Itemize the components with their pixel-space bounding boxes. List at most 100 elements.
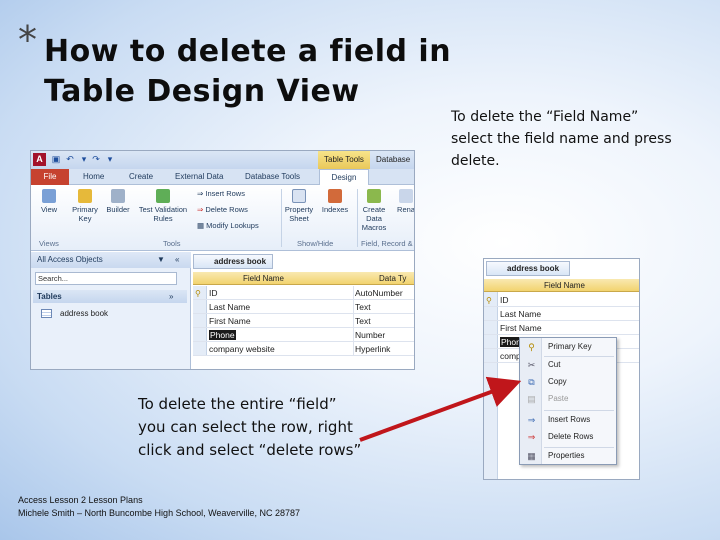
delete-rows-label: Delete Rows xyxy=(205,205,248,214)
rename-icon xyxy=(399,189,413,203)
menu-item-delete-rows[interactable]: ⇒ Delete Rows xyxy=(520,429,616,445)
table-row[interactable]: ⚲ ID xyxy=(484,293,639,307)
table-row-selected[interactable]: Phone Number xyxy=(193,328,414,342)
menu-item-paste[interactable]: ▤ Paste xyxy=(520,391,616,407)
modify-lookups-button[interactable]: ▦ Modify Lookups xyxy=(197,221,259,231)
menu-item-insert-rows[interactable]: ⇒ Insert Rows xyxy=(520,412,616,428)
table-row[interactable]: Last Name Text xyxy=(193,300,414,314)
tab-file[interactable]: File xyxy=(31,169,69,185)
primary-key-button[interactable]: Primary Key xyxy=(69,189,101,223)
field-name-cell[interactable]: Last Name xyxy=(500,307,541,321)
menu-item-label: Paste xyxy=(548,394,569,403)
scissors-icon: ✂ xyxy=(527,360,536,370)
tab-create[interactable]: Create xyxy=(129,169,153,185)
customize-qat-icon[interactable]: ▾ xyxy=(105,154,115,165)
field-name-cell[interactable]: First Name xyxy=(209,314,251,328)
footer-line-1: Access Lesson 2 Lesson Plans xyxy=(18,495,143,505)
row-selector[interactable] xyxy=(193,300,207,313)
row-selector[interactable] xyxy=(193,342,207,355)
data-type-cell[interactable]: Text xyxy=(353,300,414,313)
tab-design[interactable]: Design xyxy=(319,169,369,185)
access-app-icon[interactable]: A xyxy=(33,153,46,166)
window-title: Database xyxy=(376,155,411,164)
group-tools: Tools xyxy=(163,239,181,248)
ribbon-tabs: File Home Create External Data Database … xyxy=(31,169,414,185)
group-separator xyxy=(281,189,282,247)
insert-rows-button[interactable]: ⇒ Insert Rows xyxy=(197,189,245,199)
table-row[interactable]: First Name Text xyxy=(193,314,414,328)
ribbon: View Primary Key Builder Test Validation… xyxy=(31,185,415,251)
tab-home[interactable]: Home xyxy=(83,169,104,185)
menu-item-primary-key[interactable]: ⚲ Primary Key xyxy=(520,339,616,355)
document-tab-address-book[interactable]: address book xyxy=(486,261,570,276)
nav-item-address-book[interactable]: address book xyxy=(41,308,108,320)
collapse-group-icon[interactable]: » xyxy=(169,290,173,303)
data-type-cell[interactable]: Text xyxy=(353,314,414,327)
menu-item-label: Delete Rows xyxy=(548,432,594,441)
tab-external-data[interactable]: External Data xyxy=(175,169,223,185)
nav-group-tables[interactable]: Tables » xyxy=(33,290,187,303)
undo-icon[interactable]: ↶ xyxy=(65,154,75,165)
row-selector[interactable] xyxy=(484,335,498,348)
indexes-button[interactable]: Indexes xyxy=(317,189,353,214)
paste-icon: ▤ xyxy=(527,394,536,404)
indexes-icon xyxy=(328,189,342,203)
save-icon[interactable]: ▣ xyxy=(51,154,61,165)
field-name-cell[interactable]: ID xyxy=(500,293,509,307)
row-selector[interactable]: ⚲ xyxy=(484,293,498,306)
insert-rows-icon: ⇒ xyxy=(527,415,536,425)
row-selector[interactable] xyxy=(484,349,498,362)
copy-icon: ⧉ xyxy=(528,377,535,387)
test-validation-rules-button[interactable]: Test Validation Rules xyxy=(133,189,193,223)
data-type-cell[interactable]: AutoNumber xyxy=(353,286,414,299)
menu-item-cut[interactable]: ✂ Cut xyxy=(520,357,616,373)
field-name-cell[interactable]: Last Name xyxy=(209,300,250,314)
tab-database-tools[interactable]: Database Tools xyxy=(245,169,300,185)
create-data-macros-button[interactable]: Create Data Macros xyxy=(359,189,389,232)
menu-item-label: Copy xyxy=(548,377,567,386)
row-selector[interactable] xyxy=(484,321,498,334)
row-selector[interactable] xyxy=(193,328,207,341)
chevron-down-icon[interactable]: ▼ xyxy=(157,252,165,268)
menu-item-label: Cut xyxy=(548,360,561,369)
menu-item-properties[interactable]: ▦ Properties xyxy=(520,448,616,464)
modify-lookups-label: Modify Lookups xyxy=(206,221,259,230)
row-selector[interactable] xyxy=(193,314,207,327)
table-row[interactable]: ⚲ ID AutoNumber xyxy=(193,286,414,300)
table-row[interactable]: company website Hyperlink xyxy=(193,342,414,356)
view-button[interactable]: View xyxy=(35,189,63,214)
data-type-cell[interactable]: Hyperlink xyxy=(353,342,414,355)
nav-pane-header[interactable]: All Access Objects ▼ « xyxy=(31,252,191,268)
property-sheet-button[interactable]: Property Sheet xyxy=(283,189,315,223)
redo-icon[interactable]: ↷ xyxy=(91,154,101,165)
builder-button[interactable]: Builder xyxy=(103,189,133,214)
row-selector[interactable]: ⚲ xyxy=(193,286,207,299)
table-row[interactable]: Last Name xyxy=(484,307,639,321)
col-field-name: Field Name xyxy=(243,274,284,283)
title-bullet: * xyxy=(18,18,37,62)
field-name-cell[interactable]: ID xyxy=(209,286,218,300)
field-name-cell-highlighted[interactable]: Phone xyxy=(209,330,236,340)
delete-rows-button[interactable]: ⇒ Delete Rows xyxy=(197,205,248,215)
rename-label: Rena xyxy=(397,205,415,214)
builder-label: Builder xyxy=(106,205,130,214)
checkmark-icon xyxy=(156,189,170,203)
navigation-pane: All Access Objects ▼ « Search... Tables … xyxy=(31,252,191,369)
nav-search-input[interactable]: Search... xyxy=(35,272,177,285)
delete-rows-icon: ⇒ xyxy=(197,205,204,214)
field-name-cell[interactable]: company website xyxy=(209,342,275,356)
field-name-cell[interactable]: First Name xyxy=(500,321,542,335)
field-name-cell[interactable]: comp xyxy=(500,349,521,363)
group-separator xyxy=(357,189,358,247)
primary-key-label: Primary Key xyxy=(72,205,98,223)
property-sheet-icon xyxy=(292,189,306,203)
rename-macro-button[interactable]: Rena xyxy=(393,189,415,214)
menu-item-copy[interactable]: ⧉ Copy xyxy=(520,374,616,390)
document-tab-address-book[interactable]: address book xyxy=(193,254,273,269)
data-type-cell[interactable]: Number xyxy=(353,328,414,341)
collapse-pane-icon[interactable]: « xyxy=(175,252,179,268)
row-selector[interactable] xyxy=(484,307,498,320)
table-row[interactable]: First Name xyxy=(484,321,639,335)
dropdown-arrow-icon[interactable]: ▾ xyxy=(79,154,89,165)
key-icon: ⚲ xyxy=(195,289,201,298)
